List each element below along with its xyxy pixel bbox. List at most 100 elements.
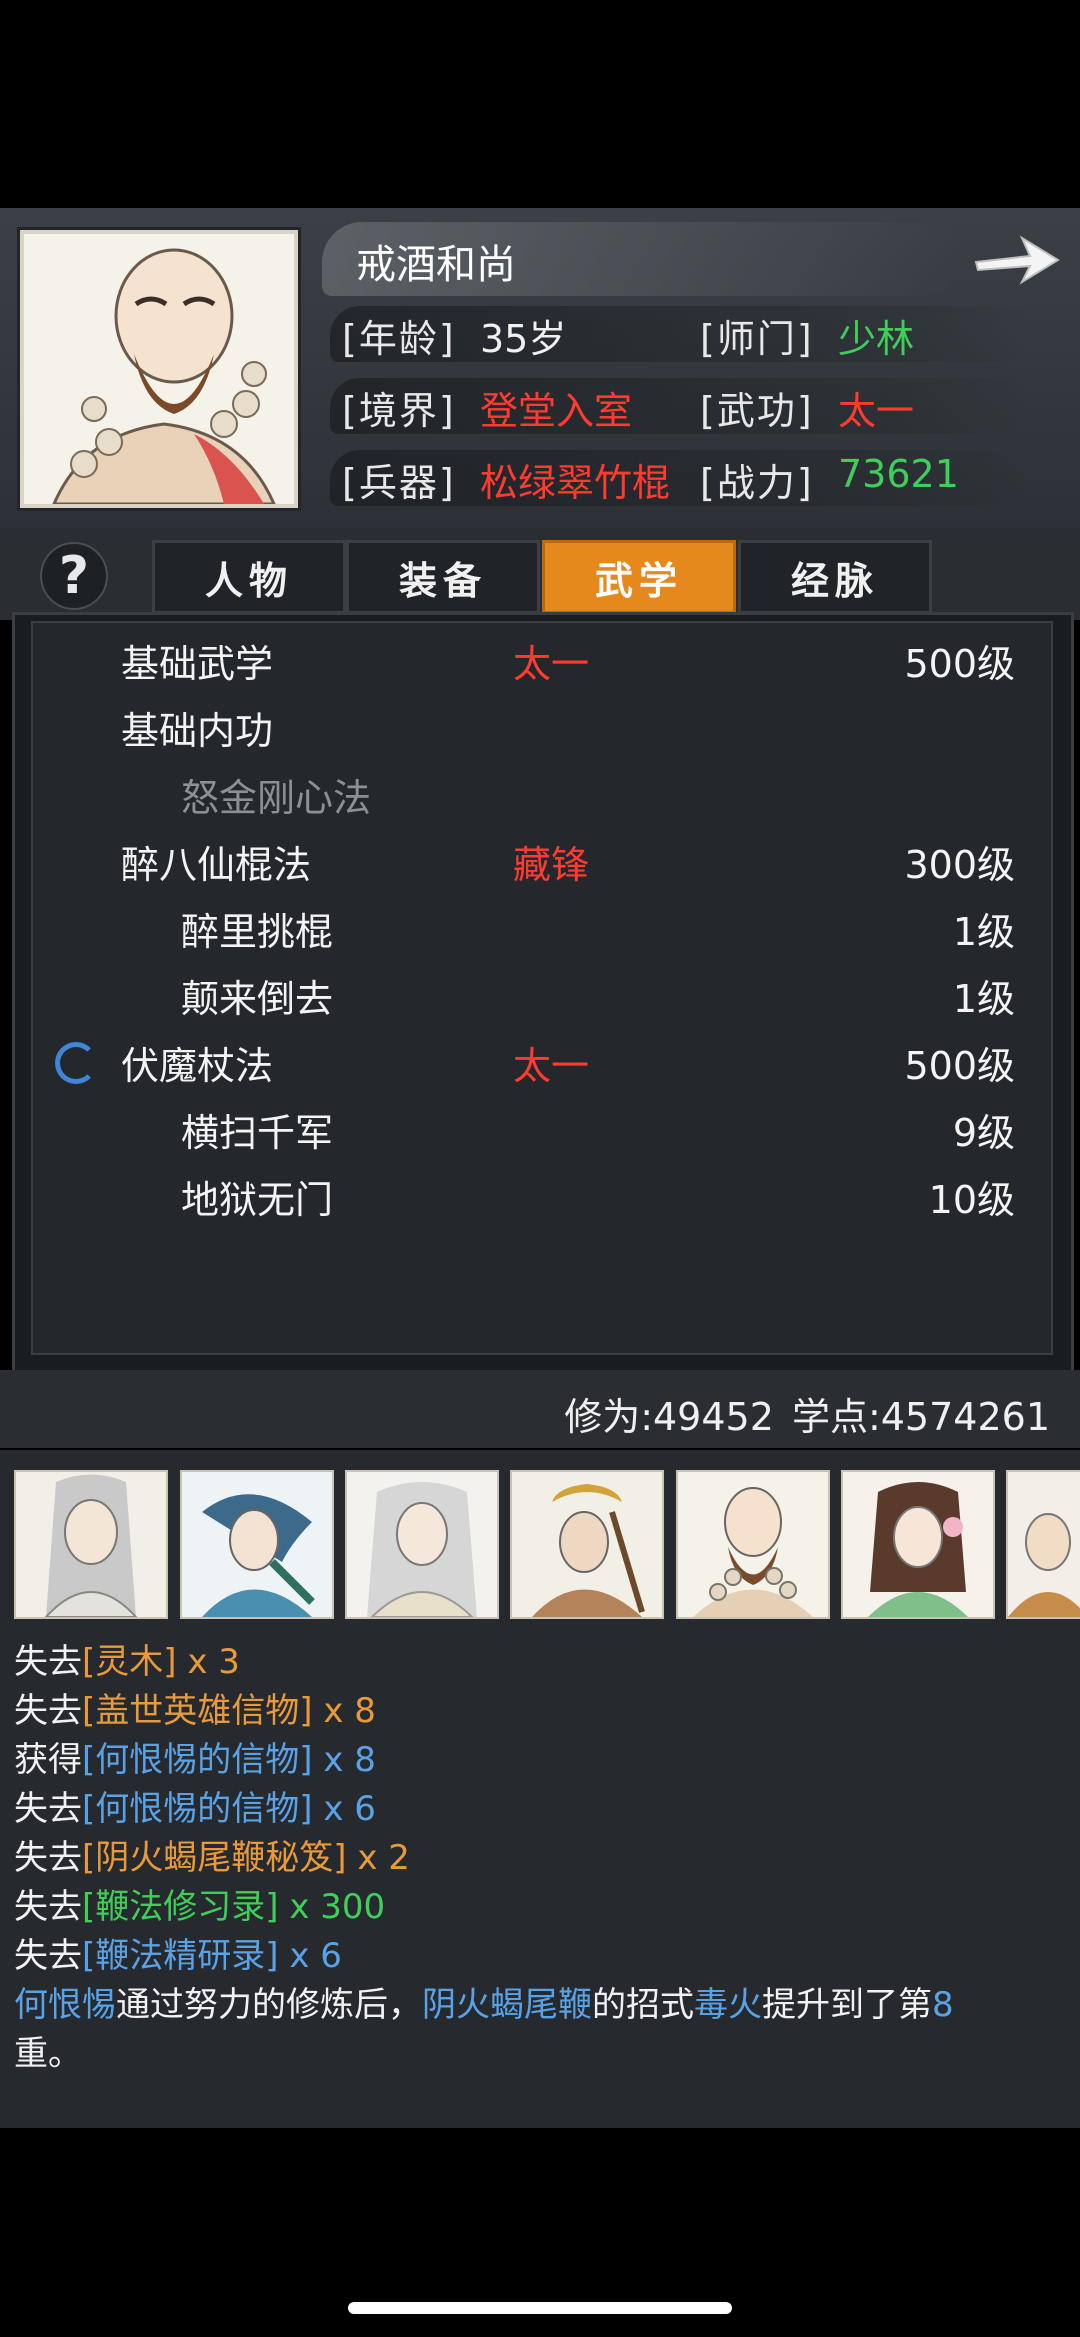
skill-name: 醉八仙棍法 <box>121 843 312 887</box>
skill-row[interactable]: 基础内功 <box>33 690 1051 756</box>
log-item: [鞭法修习录] <box>82 1887 279 1927</box>
log-text: 重。 <box>14 2034 82 2074</box>
character-panel: 戒酒和尚 [年龄] 35岁 [师门] 少林 [境界] 登堂入室 [武功] 太一 … <box>0 208 1080 531</box>
cultivation-stats-bar: 修为:49452 学点:4574261 <box>0 1370 1080 1448</box>
character-portrait-art <box>678 1472 828 1617</box>
skill-row[interactable]: 横扫千军 9级 <box>33 1092 1051 1158</box>
tab-martial-arts[interactable]: 武学 <box>542 540 736 614</box>
skill-name: 怒金刚心法 <box>181 776 372 820</box>
roster-portrait[interactable] <box>676 1470 830 1619</box>
log-entry: 获得[何恨惕的信物] x 8 <box>14 1732 376 1781</box>
skill-level: 500级 <box>904 1044 1015 1088</box>
power-value: 73621 <box>838 452 959 496</box>
log-entry: 失去[鞭法修习录] x 300 <box>14 1879 385 1928</box>
help-button[interactable]: ? <box>40 542 108 610</box>
skill-row[interactable]: 颠来倒去 1级 <box>33 958 1051 1024</box>
age-value: 35岁 <box>480 317 567 361</box>
log-action: 失去 <box>14 1887 82 1927</box>
tab-meridians[interactable]: 经脉 <box>738 540 932 614</box>
skill-name: 基础武学 <box>121 642 274 686</box>
log-entry: 重。 <box>14 2026 82 2075</box>
log-item: [何恨惕的信物] <box>82 1740 313 1780</box>
skill-level: 9级 <box>952 1111 1015 1155</box>
log-entry: 失去[何恨惕的信物] x 6 <box>14 1781 376 1830</box>
skill-level: 500级 <box>904 642 1015 686</box>
skill-level: 300级 <box>904 843 1015 887</box>
active-skill-loading-icon <box>55 1042 97 1084</box>
log-skill-name: 阴火蝎尾鞭 <box>422 1985 592 2025</box>
skill-name: 基础内功 <box>121 709 274 753</box>
log-item: [灵木] <box>82 1642 177 1682</box>
skill-list: 基础武学 太一 500级 基础内功 怒金刚心法 醉八仙棍法 藏锋 300级 醉里… <box>31 621 1053 1355</box>
sect-value: 少林 <box>838 317 915 361</box>
log-action: 失去 <box>14 1789 82 1829</box>
log-count: x 8 <box>312 1691 376 1731</box>
skill-name: 地狱无门 <box>181 1178 334 1222</box>
log-entry: 失去[灵木] x 3 <box>14 1634 240 1683</box>
martial-label: [武功] <box>700 389 814 433</box>
roster-portrait[interactable] <box>510 1470 664 1619</box>
skill-grade: 太一 <box>513 642 590 686</box>
log-entry: 失去[盖世英雄信物] x 8 <box>14 1683 376 1732</box>
log-entry: 失去[阴火蝎尾鞭秘笈] x 2 <box>14 1830 410 1879</box>
tab-equipment[interactable]: 装备 <box>346 540 540 614</box>
skill-row[interactable]: 基础武学 太一 500级 <box>33 623 1051 689</box>
skill-row[interactable]: 地狱无门 10级 <box>33 1159 1051 1225</box>
log-item: [鞭法精研录] <box>82 1936 279 1976</box>
weapon-value: 松绿翠竹棍 <box>480 461 671 505</box>
log-item: [阴火蝎尾鞭秘笈] <box>82 1838 347 1878</box>
character-portrait-art <box>843 1472 993 1617</box>
log-text: 通过努力的修炼后， <box>116 1985 422 2025</box>
skill-level: 10级 <box>928 1178 1015 1222</box>
roster-portrait[interactable] <box>14 1470 168 1619</box>
character-portrait-art <box>512 1472 662 1617</box>
weapon-label: [兵器] <box>342 461 456 505</box>
roster-portrait[interactable] <box>841 1470 995 1619</box>
log-count: x 300 <box>278 1887 386 1927</box>
skill-name: 颠来倒去 <box>181 977 334 1021</box>
roster-portrait[interactable] <box>345 1470 499 1619</box>
skill-level: 1级 <box>952 977 1015 1021</box>
realm-value: 登堂入室 <box>480 389 633 433</box>
martial-value: 太一 <box>838 389 915 433</box>
tab-character[interactable]: 人物 <box>152 540 346 614</box>
monk-portrait-art <box>24 234 294 504</box>
skill-row[interactable]: 伏魔杖法 太一 500级 <box>33 1025 1051 1091</box>
log-text: 提升到了第 <box>762 1985 932 2025</box>
next-character-arrow-icon[interactable] <box>970 226 1062 290</box>
home-indicator[interactable] <box>348 2302 732 2314</box>
log-character-name: 何恨惕 <box>14 1985 116 2025</box>
skill-row[interactable]: 醉里挑棍 1级 <box>33 891 1051 957</box>
log-action: 失去 <box>14 1936 82 1976</box>
sect-label: [师门] <box>700 317 814 361</box>
skill-name: 横扫千军 <box>181 1111 334 1155</box>
character-portrait-art <box>347 1472 497 1617</box>
log-move-name: 毒火 <box>694 1985 762 2025</box>
skill-row[interactable]: 醉八仙棍法 藏锋 300级 <box>33 824 1051 890</box>
party-roster <box>0 1450 1080 1620</box>
log-item: [何恨惕的信物] <box>82 1789 313 1829</box>
skill-row[interactable]: 怒金刚心法 <box>33 757 1051 823</box>
age-label: [年龄] <box>342 317 456 361</box>
power-label: [战力] <box>700 461 814 505</box>
skill-name: 伏魔杖法 <box>121 1044 274 1088</box>
log-count: x 3 <box>176 1642 240 1682</box>
log-move-level: 8 <box>932 1985 954 2025</box>
log-action: 失去 <box>14 1691 82 1731</box>
skill-grade: 藏锋 <box>513 843 590 887</box>
character-portrait <box>20 230 298 508</box>
cultivation-stats: 修为:49452 学点:4574261 <box>564 1395 1050 1439</box>
log-action: 获得 <box>14 1740 82 1780</box>
roster-portrait[interactable] <box>180 1470 334 1619</box>
question-icon: ? <box>58 546 90 606</box>
skill-name: 醉里挑棍 <box>181 910 334 954</box>
log-entry: 失去[鞭法精研录] x 6 <box>14 1928 342 1977</box>
log-item: [盖世英雄信物] <box>82 1691 313 1731</box>
log-count: x 6 <box>278 1936 342 1976</box>
character-portrait-art <box>16 1472 166 1617</box>
log-count: x 8 <box>312 1740 376 1780</box>
log-text: 的招式 <box>592 1985 694 2025</box>
roster-portrait[interactable] <box>1006 1470 1080 1619</box>
character-name: 戒酒和尚 <box>356 242 516 288</box>
log-entry: 何恨惕通过努力的修炼后，阴火蝎尾鞭的招式毒火提升到了第8 <box>14 1977 954 2026</box>
